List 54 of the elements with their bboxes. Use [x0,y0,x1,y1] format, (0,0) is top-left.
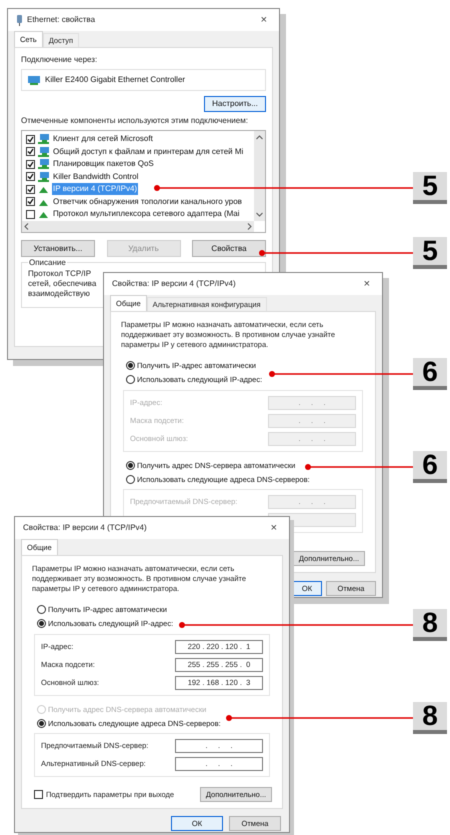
scroll-down-icon[interactable] [256,212,263,217]
checkbox[interactable] [26,172,35,182]
component-item[interactable]: Ответчик обнаружения топологии канального уров [52,196,243,208]
close-button[interactable]: × [266,522,281,534]
components-label: Отмеченные компоненты используются этим подключением: [21,115,248,127]
radio-button[interactable] [37,605,46,614]
component-item[interactable]: Общий доступ к файлам и принтерам для сетей Mi [52,146,244,158]
radio-button[interactable] [126,460,135,470]
dialog-button[interactable]: Свойства [192,240,266,257]
step-number: 5 [413,237,447,269]
checkbox[interactable] [26,184,35,194]
network-card-icon [28,75,40,85]
description-text: взаимодействую [28,289,90,299]
connect-label: Подключение через: [21,54,98,66]
radio-button[interactable] [126,375,135,384]
close-button[interactable]: × [360,278,374,290]
network-service-icon [38,134,49,144]
network-service-icon [38,172,49,182]
window-title: Ethernet: свойства [27,14,96,26]
step-number: 6 [413,451,447,483]
radio-button[interactable] [126,474,135,484]
window-title: Свойства: IP версии 4 (TCP/IPv4) [23,522,147,534]
checkbox[interactable] [26,210,35,219]
network-service-icon [38,146,49,157]
horizontal-scrollbar[interactable] [22,221,254,232]
description-text: сетей, обеспечива [28,279,96,289]
description-text: Протокол TCP/IP [28,269,92,279]
scroll-left-icon[interactable] [24,223,29,230]
checkbox[interactable] [26,160,35,169]
radio-button[interactable] [37,619,46,628]
scroll-right-icon[interactable] [247,223,252,230]
checkbox[interactable] [26,134,35,144]
radio-button[interactable] [126,361,135,370]
checkbox[interactable] [34,790,43,799]
step-number: 6 [413,358,447,390]
window-title: Свойства: IP версии 4 (TCP/IPv4) [112,278,236,290]
component-item[interactable]: Планировщик пакетов QoS [52,158,155,170]
dialog-button[interactable]: Настроить... [204,96,266,112]
dialog-button[interactable]: Установить... [21,240,95,257]
component-item[interactable]: Клиент для сетей Microsoft [52,133,154,146]
scroll-up-icon[interactable] [256,135,263,140]
step-number: 5 [413,172,447,204]
adapter-field: Killer E2400 Gigabit Ethernet Controller [21,69,266,91]
step-number: 8 [413,609,447,641]
network-adapter-icon [16,14,23,26]
radio-button[interactable] [37,718,46,728]
component-item[interactable]: Протокол мультиплексора сетевого адаптера (Mai [52,208,241,220]
close-button[interactable]: × [256,14,271,26]
network-service-icon [38,159,49,170]
step-number: 8 [413,702,447,734]
component-item[interactable]: Killer Bandwidth Control [52,170,140,183]
vertical-scrollbar[interactable] [254,131,265,221]
checkbox[interactable] [26,147,35,156]
checkbox[interactable] [26,197,35,206]
